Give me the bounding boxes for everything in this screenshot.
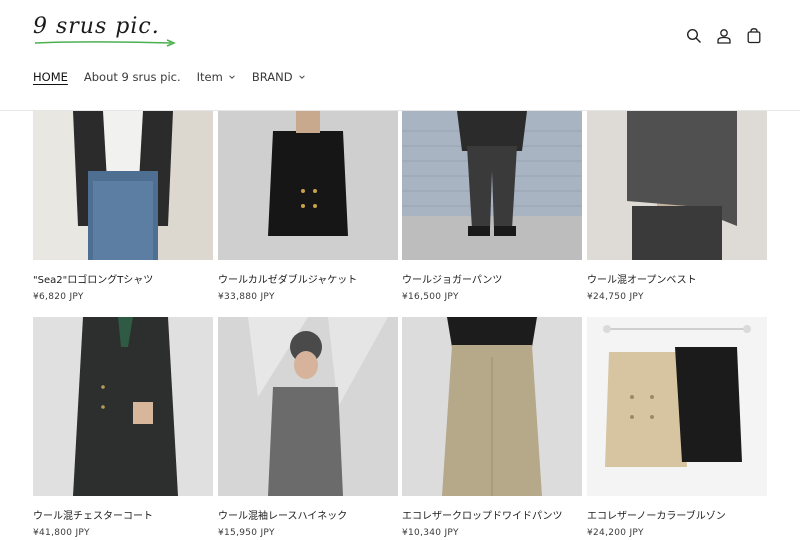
- product-price: ¥41,800 JPY: [33, 528, 90, 538]
- product-card[interactable]: ウールジョガーパンツ ¥16,500 JPY: [402, 111, 582, 302]
- nav-item-label: Item: [196, 70, 223, 84]
- product-image[interactable]: [587, 111, 767, 260]
- product-price: ¥6,820 JPY: [33, 292, 84, 302]
- product-image[interactable]: [587, 317, 767, 496]
- nav-about-label: About 9 srus pic.: [83, 70, 181, 84]
- product-price: ¥24,750 JPY: [587, 292, 644, 302]
- product-title[interactable]: "Sea2"ロゴロングTシャツ: [33, 271, 213, 286]
- cart-icon[interactable]: [744, 26, 764, 46]
- product-image[interactable]: [402, 111, 582, 260]
- nav-item-menu[interactable]: Item: [197, 70, 236, 84]
- main-nav: HOME About 9 srus pic. Item BRAND: [33, 70, 322, 84]
- product-image[interactable]: [218, 317, 398, 496]
- product-title[interactable]: ウール混袖レースハイネック: [218, 507, 398, 522]
- product-card[interactable]: エコレザークロップドワイドパンツ ¥10,340 JPY: [402, 317, 582, 538]
- product-image[interactable]: [33, 317, 213, 496]
- header-icons: [684, 26, 764, 46]
- product-price: ¥16,500 JPY: [402, 292, 459, 302]
- search-icon[interactable]: [684, 26, 704, 46]
- product-card[interactable]: ウールカルゼダブルジャケット ¥33,880 JPY: [218, 111, 398, 302]
- product-card[interactable]: "Sea2"ロゴロングTシャツ ¥6,820 JPY: [33, 111, 213, 302]
- product-image[interactable]: [218, 111, 398, 260]
- product-image[interactable]: [33, 111, 213, 260]
- chevron-down-icon: [229, 75, 235, 79]
- product-price: ¥15,950 JPY: [218, 528, 275, 538]
- product-title[interactable]: ウールジョガーパンツ: [402, 271, 582, 286]
- nav-home[interactable]: HOME: [33, 70, 68, 84]
- product-title[interactable]: ウールカルゼダブルジャケット: [218, 271, 398, 286]
- product-title[interactable]: エコレザーノーカラーブルゾン: [587, 507, 767, 522]
- logo-underline-arrow: [34, 39, 176, 47]
- chevron-down-icon: [298, 75, 305, 79]
- nav-brand-label: BRAND: [251, 70, 293, 84]
- product-title[interactable]: エコレザークロップドワイドパンツ: [402, 507, 582, 522]
- product-image[interactable]: [402, 317, 582, 496]
- nav-about[interactable]: About 9 srus pic.: [84, 70, 181, 84]
- account-icon[interactable]: [714, 26, 734, 46]
- product-card[interactable]: エコレザーノーカラーブルゾン ¥24,200 JPY: [587, 317, 767, 538]
- product-card[interactable]: ウール混チェスターコート ¥41,800 JPY: [33, 317, 213, 538]
- product-card[interactable]: ウール混オープンベスト ¥24,750 JPY: [587, 111, 767, 302]
- site-logo[interactable]: 9 srus pic.: [33, 14, 183, 50]
- product-price: ¥24,200 JPY: [587, 528, 644, 538]
- product-title[interactable]: ウール混チェスターコート: [33, 507, 213, 522]
- product-title[interactable]: ウール混オープンベスト: [587, 271, 767, 286]
- product-card[interactable]: ウール混袖レースハイネック ¥15,950 JPY: [218, 317, 398, 538]
- site-header: 9 srus pic. HOME About 9 srus pic. Item …: [0, 0, 800, 111]
- product-price: ¥10,340 JPY: [402, 528, 459, 538]
- nav-brand-menu[interactable]: BRAND: [252, 70, 306, 84]
- nav-home-label: HOME: [33, 70, 68, 84]
- product-price: ¥33,880 JPY: [218, 292, 275, 302]
